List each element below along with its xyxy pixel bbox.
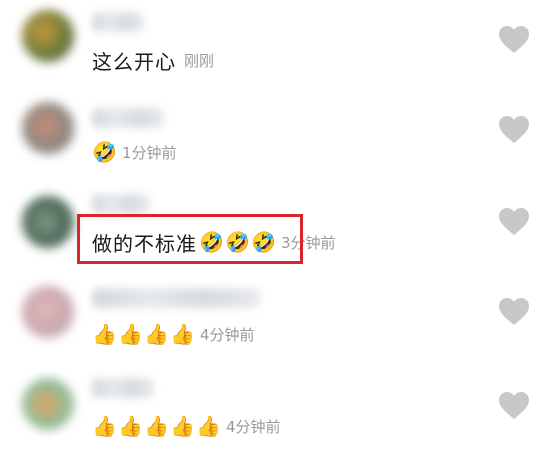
comment-item: 🤣 1分钟前 bbox=[0, 90, 550, 180]
thumbs-up-emoji: 👍 bbox=[144, 414, 169, 438]
username-blurred[interactable] bbox=[92, 108, 164, 128]
username-blurred[interactable] bbox=[92, 378, 154, 398]
comment-body: 👍 👍 👍 👍 👍 4分钟前 bbox=[92, 410, 281, 442]
comment-body: 👍 👍 👍 👍 4分钟前 bbox=[92, 318, 255, 350]
heart-icon[interactable] bbox=[499, 116, 529, 144]
username-blurred[interactable] bbox=[92, 288, 260, 308]
heart-icon[interactable] bbox=[499, 392, 529, 420]
thumbs-up-emoji: 👍 bbox=[170, 322, 195, 346]
thumbs-up-emoji: 👍 bbox=[92, 414, 117, 438]
heart-icon[interactable] bbox=[499, 208, 529, 236]
emoji-row: 🤣 bbox=[92, 140, 118, 164]
thumbs-up-emoji: 👍 bbox=[196, 414, 221, 438]
highlight-box bbox=[77, 214, 303, 264]
comment-text: 这么开心 bbox=[92, 49, 176, 74]
heart-icon[interactable] bbox=[499, 26, 529, 54]
username-blurred[interactable] bbox=[92, 12, 144, 32]
username-blurred[interactable] bbox=[92, 194, 150, 214]
emoji-row: 👍 👍 👍 👍 👍 bbox=[92, 414, 222, 438]
thumbs-up-emoji: 👍 bbox=[92, 322, 117, 346]
avatar[interactable] bbox=[22, 286, 74, 338]
comment-body: 🤣 1分钟前 bbox=[92, 136, 177, 168]
comment-time: 4分钟前 bbox=[200, 325, 255, 344]
comment-time: 刚刚 bbox=[184, 51, 215, 70]
comment-body: 这么开心 刚刚 bbox=[92, 44, 214, 76]
avatar[interactable] bbox=[22, 378, 74, 430]
thumbs-up-emoji: 👍 bbox=[144, 322, 169, 346]
comment-item: 👍 👍 👍 👍 4分钟前 bbox=[0, 270, 550, 360]
avatar[interactable] bbox=[22, 196, 74, 248]
comment-time: 1分钟前 bbox=[122, 143, 177, 162]
rolling-on-floor-laughing-emoji: 🤣 bbox=[92, 140, 117, 164]
comment-time: 4分钟前 bbox=[226, 417, 281, 436]
comment-item: 👍 👍 👍 👍 👍 4分钟前 bbox=[0, 362, 550, 452]
heart-icon[interactable] bbox=[499, 298, 529, 326]
avatar[interactable] bbox=[22, 10, 74, 62]
comment-item: 这么开心 刚刚 bbox=[0, 0, 550, 90]
emoji-row: 👍 👍 👍 👍 bbox=[92, 322, 196, 346]
thumbs-up-emoji: 👍 bbox=[118, 322, 143, 346]
avatar[interactable] bbox=[22, 102, 74, 154]
thumbs-up-emoji: 👍 bbox=[118, 414, 143, 438]
thumbs-up-emoji: 👍 bbox=[170, 414, 195, 438]
